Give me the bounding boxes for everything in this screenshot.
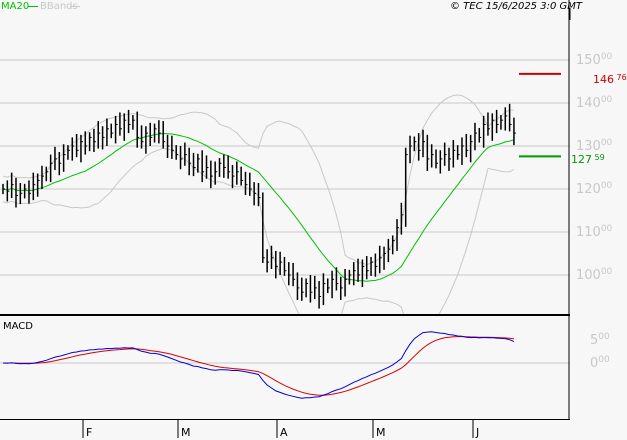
legend-ma20: MA20 — [1, 1, 30, 12]
legend-ma20-swatch — [28, 6, 38, 7]
price-tick-label: 10000 — [576, 267, 613, 283]
month-label: F — [86, 426, 93, 439]
stock-chart: MA20 BBands © TEC 15/6/2025 3:0 GMT 1500… — [0, 0, 627, 440]
level-label: 146 76 — [593, 72, 627, 86]
price-tick-label: 12000 — [576, 181, 613, 197]
macd-signal-line — [3, 335, 514, 396]
chart-canvas — [0, 0, 571, 438]
month-label: M — [181, 426, 191, 439]
level-label: 127 59 — [571, 153, 605, 167]
bband-upper — [2, 94, 514, 266]
macd-tick-label: 500 — [590, 332, 610, 348]
macd-label: MACD — [3, 321, 33, 332]
month-label: M — [376, 426, 386, 439]
legend-bbands-swatch — [70, 6, 80, 7]
bband-lower — [2, 147, 515, 314]
month-label: J — [476, 426, 480, 439]
price-tick-label: 14000 — [576, 95, 613, 111]
price-tick-label: 11000 — [576, 224, 613, 240]
month-label: A — [280, 426, 288, 439]
copyright: © TEC 15/6/2025 3:0 GMT — [450, 1, 582, 12]
macd-tick-label: 000 — [590, 355, 610, 371]
price-tick-label: 15000 — [576, 52, 613, 68]
price-panel — [2, 94, 516, 314]
macd-line — [2, 331, 515, 399]
price-tick-label: 13000 — [576, 138, 613, 154]
